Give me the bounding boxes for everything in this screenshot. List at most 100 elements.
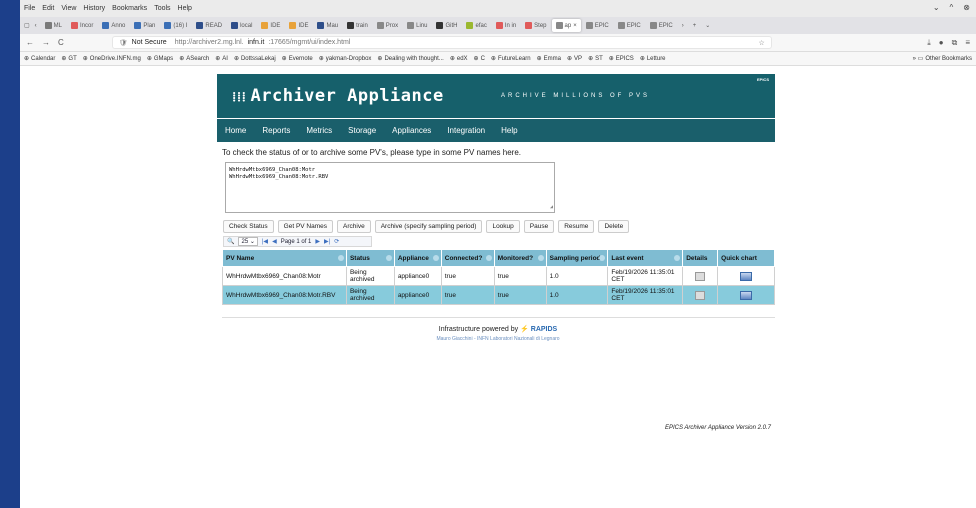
refresh-icon[interactable]: ⟳ [334, 238, 339, 245]
pv-names-textarea[interactable]: WhHrdwMtbx6969_Chan08:Motr WhHrdwMtbx696… [225, 162, 555, 213]
nav-help[interactable]: Help [501, 126, 517, 135]
browser-tab[interactable]: IDE [285, 19, 312, 32]
prev-page-icon[interactable]: ◀ [272, 238, 277, 245]
bookmark-item[interactable]: ⊕ ST [588, 55, 603, 63]
browser-tab[interactable]: local [227, 19, 256, 32]
browser-tab[interactable]: Linu [403, 19, 431, 32]
resize-handle-icon[interactable]: ◢ [550, 204, 553, 211]
quick-chart-icon[interactable] [740, 271, 753, 281]
bookmark-item[interactable]: ⊕ DottssaLekaj [234, 55, 276, 63]
archive-button[interactable]: Archive [337, 220, 371, 233]
new-tab-icon[interactable]: + [693, 23, 697, 29]
bookmark-item[interactable]: ⊕ AI [215, 55, 228, 63]
bookmark-item[interactable]: ⊕ GMaps [147, 55, 173, 63]
reload-icon[interactable]: C [58, 38, 64, 47]
search-icon[interactable]: 🔍 [227, 238, 234, 245]
check-status-button[interactable]: Check Status [223, 220, 274, 233]
nav-metrics[interactable]: Metrics [306, 126, 332, 135]
details-icon[interactable] [695, 290, 706, 300]
extensions-icon[interactable]: ⧉ [952, 38, 958, 48]
menu-bookmarks[interactable]: Bookmarks [112, 5, 147, 12]
column-header[interactable]: Appliance [393, 249, 442, 267]
archive-specify-sampling-period-button[interactable]: Archive (specify sampling period) [374, 220, 483, 233]
nav-reports[interactable]: Reports [262, 126, 290, 135]
lookup-button[interactable]: Lookup [486, 220, 520, 233]
sort-icon[interactable] [599, 255, 606, 261]
browser-tab[interactable]: READ [192, 19, 226, 32]
sort-icon[interactable] [674, 255, 681, 261]
menu-history[interactable]: History [83, 5, 105, 12]
close-tab-icon[interactable]: × [573, 23, 577, 29]
nav-integration[interactable]: Integration [447, 126, 485, 135]
browser-tab[interactable]: EPIC [582, 19, 613, 32]
nav-storage[interactable]: Storage [348, 126, 376, 135]
bookmark-star-icon[interactable]: ☆ [759, 39, 765, 47]
account-icon[interactable]: ● [939, 38, 944, 47]
column-header[interactable]: Connected? [440, 249, 495, 267]
browser-tab[interactable]: Prox [373, 19, 402, 32]
nav-appliances[interactable]: Appliances [392, 126, 431, 135]
forward-icon[interactable]: → [42, 38, 50, 47]
maximize-icon[interactable]: ^ [950, 3, 954, 12]
browser-tab[interactable]: (16) I [160, 19, 191, 32]
sort-icon[interactable] [337, 255, 344, 261]
minimize-icon[interactable]: ⌄ [933, 3, 940, 12]
column-header[interactable]: Sampling period [545, 249, 609, 267]
bookmark-item[interactable]: ⊕ ASearch [179, 55, 209, 63]
pause-button[interactable]: Pause [523, 220, 555, 233]
bookmark-item[interactable]: ⊕ C [474, 55, 485, 63]
column-header[interactable]: Status [345, 249, 395, 267]
menu-file[interactable]: File [24, 5, 35, 12]
resume-button[interactable]: Resume [558, 220, 595, 233]
browser-tab[interactable]: Step [521, 19, 550, 32]
column-header[interactable]: Details [682, 249, 719, 267]
bookmark-item[interactable]: ⊕ FutureLearn [491, 55, 531, 63]
column-header[interactable]: Last event [607, 249, 684, 267]
first-page-icon[interactable]: |◀ [262, 238, 268, 245]
bookmark-item[interactable]: ⊕ GT [61, 55, 76, 63]
sort-icon[interactable] [485, 255, 492, 261]
bookmark-item[interactable]: ⊕ Calendar [24, 55, 55, 63]
get-pv-names-button[interactable]: Get PV Names [277, 220, 334, 233]
browser-tab[interactable]: EPIC [646, 19, 677, 32]
details-icon[interactable] [695, 271, 706, 281]
menu-help[interactable]: Help [178, 5, 192, 12]
nav-home[interactable]: Home [225, 126, 246, 135]
browser-tab[interactable]: ML [41, 19, 66, 32]
browser-tab[interactable]: IDE [257, 19, 284, 32]
column-header[interactable]: Quick chart [717, 249, 775, 267]
address-bar[interactable]: 🛡 Not Secure http://archiver2.mg.lnl. inf… [111, 36, 772, 49]
tab-list-icon[interactable]: ▢ [24, 22, 30, 29]
last-page-icon[interactable]: ▶| [324, 238, 330, 245]
column-header[interactable]: PV Name [222, 249, 347, 267]
browser-tab[interactable]: Anno [98, 19, 129, 32]
sort-icon[interactable] [432, 255, 439, 261]
browser-tab[interactable]: In in [492, 19, 520, 32]
page-size-select[interactable]: 25 ⌄ [238, 237, 258, 246]
next-page-icon[interactable]: ▶ [315, 238, 320, 245]
menu-tools[interactable]: Tools [154, 5, 170, 12]
bookmark-item[interactable]: ⊕ Emma [537, 55, 561, 63]
delete-button[interactable]: Delete [598, 220, 630, 233]
bookmark-item[interactable]: ⊕ OneDrive.INFN.mg [83, 55, 141, 63]
credit-line[interactable]: Mauro Giacchini - INFN Laboratori Nazion… [20, 336, 976, 342]
bookmark-item[interactable]: ⊕ yakman-Dropbox [319, 55, 372, 63]
bookmark-item[interactable]: ⊕ VP [567, 55, 582, 63]
menu-edit[interactable]: Edit [42, 5, 54, 12]
browser-tab[interactable]: efac [462, 19, 490, 32]
browser-tab[interactable]: train [343, 19, 372, 32]
sort-icon[interactable] [537, 255, 544, 261]
quick-chart-icon[interactable] [740, 290, 753, 300]
bookmark-item[interactable]: ⊕ Dealing with thought... [377, 55, 443, 63]
other-bookmarks[interactable]: » ▭ Other Bookmarks [913, 55, 972, 63]
bookmark-item[interactable]: ⊕ EPICS [609, 55, 634, 63]
browser-tab[interactable]: ap × [551, 19, 581, 32]
browser-tab[interactable]: EPIC [614, 19, 645, 32]
bookmark-item[interactable]: ⊕ Evernote [282, 55, 313, 63]
rapids-link[interactable]: RAPIDS [531, 326, 557, 333]
close-icon[interactable]: ⊗ [963, 3, 970, 12]
menu-view[interactable]: View [61, 5, 76, 12]
scroll-left-icon[interactable]: ‹ [35, 23, 37, 29]
bookmark-item[interactable]: ⊕ edX [450, 55, 468, 63]
browser-tab[interactable]: GitH [432, 19, 461, 32]
